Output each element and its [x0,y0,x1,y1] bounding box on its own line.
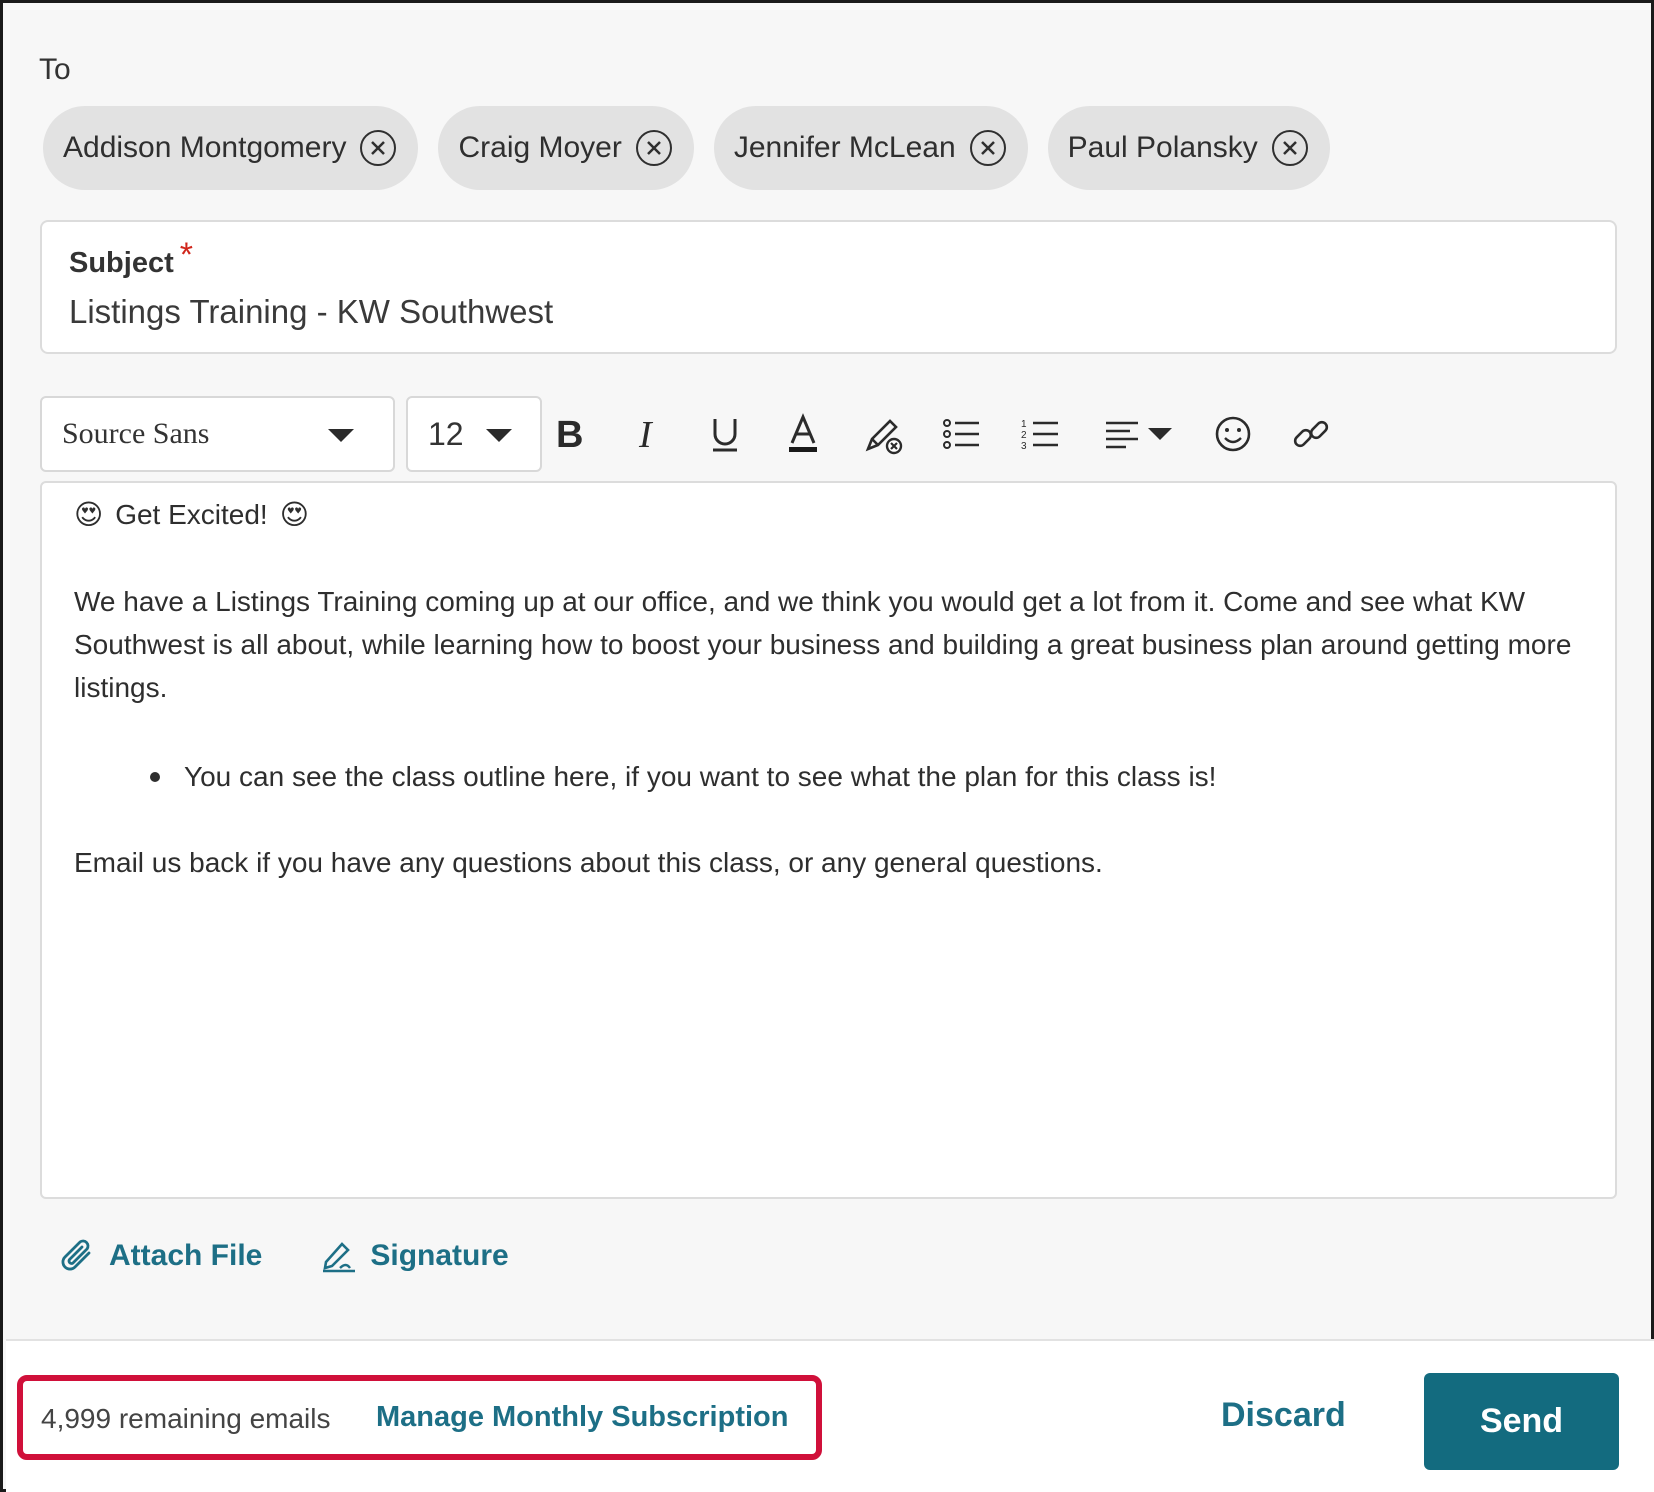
link-icon [1293,420,1329,448]
formatting-toolbar: Source Sans 12 B I 123 [40,396,1617,472]
emoji-icon [1215,416,1251,452]
remove-recipient-button[interactable] [360,130,397,166]
clear-formatting-button[interactable] [858,409,908,459]
signature-button[interactable]: Signature [320,1236,509,1276]
bold-button[interactable]: B [545,409,595,459]
recipient-name: Addison Montgomery [63,131,347,164]
chevron-down-icon [486,429,512,442]
font-family-select[interactable]: Source Sans [40,396,395,472]
recipient-chips: Addison Montgomery Craig Moyer Jennifer … [43,106,1330,190]
signature-icon [323,1242,356,1273]
body-paragraph: We have a Listings Training coming up at… [74,586,1572,703]
remove-recipient-button[interactable] [635,130,672,166]
subject-field[interactable]: Subject * [40,220,1617,354]
attach-file-label: Attach File [109,1239,263,1272]
close-icon [371,141,386,155]
numbered-list-button[interactable]: 123 [1016,409,1066,459]
italic-button[interactable]: I [622,409,672,459]
underline-icon [713,419,737,452]
recipient-chip[interactable]: Addison Montgomery [43,106,419,190]
recipient-chip[interactable]: Jennifer McLean [713,106,1028,190]
bullet-dot [150,772,160,782]
insert-link-button[interactable] [1286,409,1336,459]
svg-text:I: I [638,414,654,454]
heart-eyes-emoji: 😍 [279,498,309,531]
close-icon [980,141,995,155]
email-compose-panel: To Addison Montgomery Craig Moyer Jennif… [0,0,1654,1492]
svg-text:3: 3 [1021,441,1027,452]
recipient-name: Craig Moyer [458,131,622,164]
underline-button[interactable] [700,409,750,459]
manage-subscription-link[interactable]: Manage Monthly Subscription [376,1401,788,1434]
text-color-button[interactable] [778,409,828,459]
recipient-name: Paul Polansky [1067,131,1258,164]
svg-text:1: 1 [1021,419,1027,430]
compose-actions: Attach File Signature [59,1236,509,1276]
align-icon [1106,421,1138,449]
recipient-chip[interactable]: Paul Polansky [1047,106,1330,190]
font-size-value: 12 [428,415,464,452]
italic-icon: I [638,414,654,454]
close-icon [1282,141,1297,155]
subject-input[interactable] [69,288,1569,336]
attach-file-button[interactable]: Attach File [59,1236,262,1276]
heart-eyes-emoji: 😍 [74,498,104,531]
recipient-name: Jennifer McLean [733,131,956,164]
bullet-text: You can see the class outline here, if y… [184,761,1217,792]
body-heading-line: 😍 Get Excited! 😍 [74,493,309,536]
remove-recipient-button[interactable] [969,130,1006,166]
subject-label: Subject * [69,236,193,281]
paperclip-icon [61,1239,91,1271]
subject-label-text: Subject [69,247,174,279]
svg-text:B: B [556,414,583,454]
discard-button[interactable]: Discard [1221,1396,1346,1435]
remove-recipient-button[interactable] [1271,130,1308,166]
close-icon [646,141,661,155]
clear-format-icon [865,419,903,455]
bullet-list-button[interactable] [937,409,987,459]
remaining-emails-count: 4,999 remaining emails [41,1403,331,1434]
align-dropdown-button[interactable] [1098,409,1178,459]
to-label: To [39,53,71,86]
font-family-value: Source Sans [62,417,210,450]
required-marker: * [179,236,193,274]
svg-text:2: 2 [1021,430,1027,441]
font-size-select[interactable]: 12 [406,396,542,472]
message-body-editor[interactable]: 😍 Get Excited! 😍 We have a Listings Trai… [40,481,1617,1199]
text-color-icon [789,413,817,452]
chevron-down-icon [328,429,354,442]
bold-icon: B [556,414,583,454]
send-button[interactable]: Send [1424,1373,1619,1470]
signature-label: Signature [370,1239,509,1272]
body-bullet-item: You can see the class outline here, if y… [150,755,1216,798]
recipient-chip[interactable]: Craig Moyer [438,106,694,190]
chevron-down-icon [1148,428,1172,440]
body-closing: Email us back if you have any questions … [74,847,1103,878]
bullet-list-icon [943,419,979,449]
body-heading: Get Excited! [115,499,268,530]
emoji-button[interactable] [1208,409,1258,459]
compose-footer: 4,999 remaining emails Manage Monthly Su… [6,1339,1654,1492]
numbered-list-icon: 123 [1021,419,1058,452]
